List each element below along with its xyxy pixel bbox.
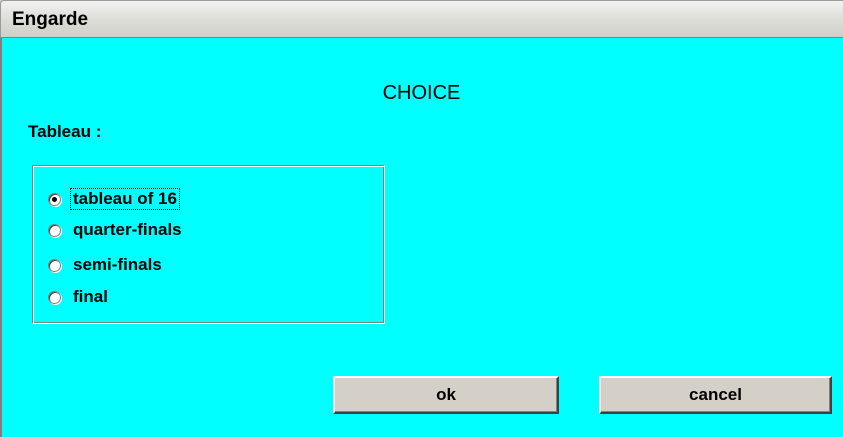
radio-option-final[interactable]: final [48,285,110,309]
radio-button-icon[interactable] [48,258,61,272]
radio-button-icon[interactable] [48,290,61,304]
radio-option-label: final [73,287,108,306]
cancel-button[interactable]: cancel [599,376,832,414]
radio-option-quarter-finals[interactable]: quarter-finals [48,218,184,242]
dialog-heading: CHOICE [382,82,461,104]
radio-option-label: tableau of 16 [70,188,180,210]
radio-option-label: quarter-finals [73,220,182,239]
radio-option-tableau-of-16[interactable]: tableau of 16 [48,187,180,211]
tableau-label: Tableau : [28,122,102,141]
radio-option-label: semi-finals [73,255,162,274]
ok-button[interactable]: ok [333,376,559,414]
title-bar[interactable]: Engarde [0,0,843,38]
radio-button-selected-icon[interactable] [48,192,61,206]
window-title: Engarde [12,9,89,30]
radio-option-semi-finals[interactable]: semi-finals [48,253,164,277]
radio-button-icon[interactable] [48,223,61,237]
